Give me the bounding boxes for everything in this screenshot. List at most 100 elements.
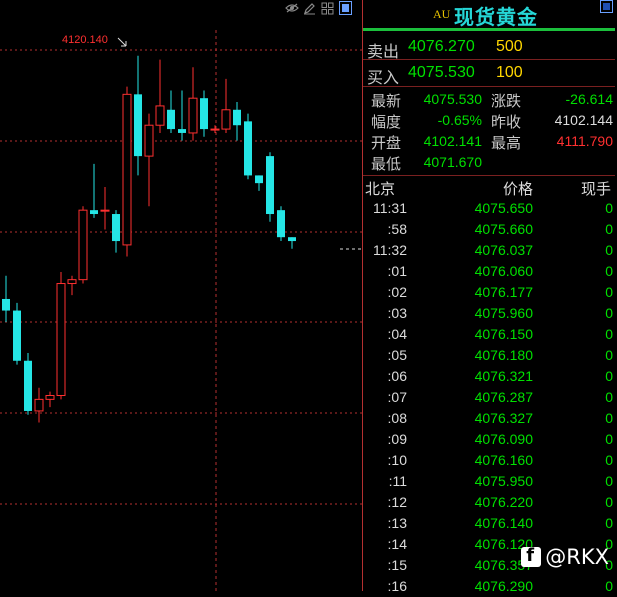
buy-price: 4075.530 xyxy=(408,64,475,81)
candle-body xyxy=(266,156,274,215)
tick-qty: 0 xyxy=(605,368,613,384)
tick-qty: 0 xyxy=(605,431,613,447)
divider xyxy=(363,175,615,176)
candle-body xyxy=(155,105,165,126)
panel-menu-icon[interactable] xyxy=(600,0,613,13)
tick-row[interactable]: :13 4076.140 0 xyxy=(363,513,615,534)
candle-body xyxy=(277,210,285,238)
tick-row[interactable]: :01 4076.060 0 xyxy=(363,261,615,282)
time-column-header: 北京 xyxy=(365,181,396,198)
tick-price: 4075.650 xyxy=(474,200,533,216)
tick-row[interactable]: :08 4076.327 0 xyxy=(363,408,615,429)
tick-time: :13 xyxy=(387,515,407,531)
tick-time: :01 xyxy=(387,263,407,279)
chart-grid xyxy=(0,30,362,591)
chart-toolbar xyxy=(284,0,362,16)
tick-price: 4076.220 xyxy=(474,494,533,510)
tick-row[interactable]: :04 4076.150 0 xyxy=(363,324,615,345)
pct-value: -0.65% xyxy=(437,112,482,128)
candle-body xyxy=(288,237,296,242)
facebook-icon xyxy=(521,545,542,567)
tick-qty: 0 xyxy=(605,389,613,405)
tick-price: 4076.150 xyxy=(474,326,533,342)
ticks-header: 北京 价格 现手 xyxy=(363,177,615,198)
tick-time: :10 xyxy=(387,452,407,468)
tick-price: 4076.140 xyxy=(474,515,533,531)
open-value: 4102.141 xyxy=(423,133,482,149)
candle-body xyxy=(210,128,220,131)
candle-body xyxy=(200,98,208,130)
price-column-header: 价格 xyxy=(502,181,533,198)
header-underline xyxy=(363,28,615,31)
tick-row[interactable]: 11:31 4075.650 0 xyxy=(363,198,615,219)
candle-body xyxy=(178,129,186,133)
tick-price: 4075.950 xyxy=(474,473,533,489)
tick-row[interactable]: :10 4076.160 0 xyxy=(363,450,615,471)
tick-row[interactable]: :09 4076.090 0 xyxy=(363,429,615,450)
instrument-name[interactable]: 现货黄金 xyxy=(454,1,538,30)
tick-price: 4075.660 xyxy=(474,221,533,237)
candle-body xyxy=(233,109,241,126)
tick-qty: 0 xyxy=(605,515,613,531)
tick-price: 4076.037 xyxy=(474,242,533,258)
tick-row[interactable]: 11:32 4076.037 0 xyxy=(363,240,615,261)
tick-qty: 0 xyxy=(605,305,613,321)
tick-price: 4076.287 xyxy=(474,389,533,405)
buy-row[interactable]: 买入 4075.530 100 xyxy=(363,59,615,87)
grid-icon[interactable] xyxy=(320,1,335,16)
tick-row[interactable]: :02 4076.177 0 xyxy=(363,282,615,303)
candle-body xyxy=(13,310,21,361)
tick-time: :58 xyxy=(387,221,407,237)
qty-column-header: 现手 xyxy=(580,181,611,198)
eye-icon[interactable] xyxy=(284,1,299,16)
candle-body xyxy=(122,93,132,246)
sell-row[interactable]: 卖出 4076.270 500 xyxy=(363,33,615,61)
tick-time: :05 xyxy=(387,347,407,363)
watermark-text: @RKX xyxy=(545,545,609,569)
candle-body xyxy=(67,279,77,285)
tick-row[interactable]: :58 4075.660 0 xyxy=(363,219,615,240)
candle-body xyxy=(24,360,32,411)
tick-time: 11:32 xyxy=(373,242,407,258)
tick-qty: 0 xyxy=(605,410,613,426)
tick-price: 4075.960 xyxy=(474,305,533,321)
tick-time: :12 xyxy=(387,494,407,510)
pct-label: 幅度 xyxy=(371,114,402,131)
divider xyxy=(363,86,615,87)
change-value: -26.614 xyxy=(565,91,613,107)
tick-price: 4076.180 xyxy=(474,347,533,363)
latest-label: 最新 xyxy=(371,93,402,110)
tick-time: :02 xyxy=(387,284,407,300)
tick-price: 4076.290 xyxy=(474,578,533,594)
tick-time: :03 xyxy=(387,305,407,321)
pencil-icon[interactable] xyxy=(302,1,317,16)
tick-qty: 0 xyxy=(605,221,613,237)
candle-body xyxy=(45,395,55,400)
quote-panel: AU 现货黄金 卖出 4076.270 500 买入 4075.530 100 … xyxy=(362,0,617,594)
high-label: 4120.140 xyxy=(62,34,108,46)
tick-time: :15 xyxy=(387,557,407,573)
tick-time: :11 xyxy=(388,473,407,489)
tick-row[interactable]: :03 4075.960 0 xyxy=(363,303,615,324)
candle-body xyxy=(112,214,120,242)
tick-time: :08 xyxy=(387,410,407,426)
tick-row[interactable]: :12 4076.220 0 xyxy=(363,492,615,513)
tick-row[interactable]: :16 4076.290 0 xyxy=(363,576,615,597)
tick-qty: 0 xyxy=(605,347,613,363)
candle-body xyxy=(167,109,175,130)
tick-row[interactable]: :06 4076.321 0 xyxy=(363,366,615,387)
high-arrow-icon xyxy=(117,37,127,47)
candlestick-chart[interactable]: 4120.140 xyxy=(0,0,362,591)
buy-label: 买入 xyxy=(367,70,400,87)
sell-volume: 500 xyxy=(496,38,523,55)
tick-qty: 0 xyxy=(605,242,613,258)
tick-row[interactable]: :05 4076.180 0 xyxy=(363,345,615,366)
tick-row[interactable]: :07 4076.287 0 xyxy=(363,387,615,408)
tick-price: 4076.177 xyxy=(474,284,533,300)
candle-body xyxy=(2,298,10,311)
panel-icon[interactable] xyxy=(338,1,353,16)
candle-body xyxy=(255,175,263,184)
tick-row[interactable]: :11 4075.950 0 xyxy=(363,471,615,492)
candle-body xyxy=(90,210,98,215)
tick-qty: 0 xyxy=(605,494,613,510)
